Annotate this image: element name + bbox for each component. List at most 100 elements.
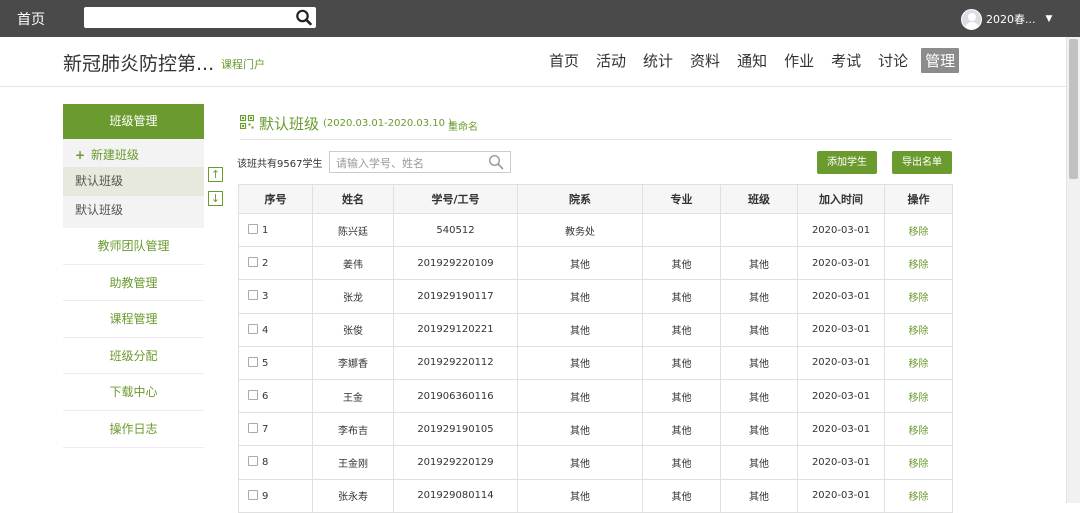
row-checkbox[interactable]: [248, 423, 258, 434]
table-row: 8 王金刚 201929220129 其他 其他 其他 2020-03-01 移…: [238, 445, 953, 480]
cell-id: 540512: [393, 212, 518, 248]
row-checkbox[interactable]: [248, 356, 258, 367]
nav-activity[interactable]: 活动: [592, 48, 630, 73]
add-student-button[interactable]: 添加学生: [817, 151, 877, 174]
move-down-icon[interactable]: ↓: [208, 191, 223, 206]
remove-link[interactable]: 移除: [909, 393, 929, 404]
sidebar-item-default-class[interactable]: 默认班级: [63, 167, 204, 196]
remove-link[interactable]: 移除: [909, 459, 929, 470]
class-title-row: 默认班级 (2020.03.01-2020.03.10 ) 重命名: [240, 112, 952, 140]
remove-link[interactable]: 移除: [909, 326, 929, 337]
sidebar-item-log[interactable]: 操作日志: [63, 411, 204, 448]
plus-icon: +: [75, 148, 86, 162]
remove-link[interactable]: 移除: [909, 227, 929, 238]
top-bar: 首页 2020春... ▼: [0, 0, 1080, 37]
global-search-box[interactable]: [84, 7, 316, 28]
remove-link[interactable]: 移除: [909, 426, 929, 437]
cell-major: 其他: [642, 412, 721, 447]
student-search-box[interactable]: [329, 151, 511, 174]
cell-date: 2020-03-01: [797, 312, 885, 347]
col-header: 操作: [884, 184, 953, 214]
avatar[interactable]: [961, 8, 982, 30]
cell-class: 其他: [720, 345, 798, 380]
rename-link[interactable]: 重命名: [448, 118, 478, 133]
cell-action: 移除: [884, 478, 953, 513]
class-name: 默认班级: [259, 115, 320, 133]
cell-class: 其他: [720, 246, 798, 281]
row-checkbox[interactable]: [248, 323, 258, 334]
cell-action: 移除: [884, 445, 953, 480]
cell-date: 2020-03-01: [797, 212, 885, 248]
sidebar-item-download[interactable]: 下载中心: [63, 374, 204, 411]
row-checkbox[interactable]: [248, 456, 258, 467]
row-number: 1: [262, 225, 269, 237]
row-checkbox[interactable]: [248, 390, 258, 401]
cell-no: 7: [238, 412, 313, 447]
move-up-icon[interactable]: ↑: [208, 167, 223, 182]
nav-exam[interactable]: 考试: [827, 48, 865, 73]
cell-name: 陈兴廷: [312, 212, 394, 248]
nav-materials[interactable]: 资料: [686, 48, 724, 73]
table-row: 7 李布吉 201929190105 其他 其他 其他 2020-03-01 移…: [238, 412, 953, 447]
cell-id: 201929220129: [393, 445, 518, 480]
student-search-input[interactable]: [330, 153, 480, 174]
row-checkbox[interactable]: [248, 257, 258, 268]
search-icon[interactable]: [488, 154, 504, 170]
nav-home[interactable]: 首页: [545, 48, 583, 73]
cell-id: 201929220112: [393, 345, 518, 380]
sidebar-item-teacher-team[interactable]: 教师团队管理: [63, 228, 204, 265]
remove-link[interactable]: 移除: [909, 260, 929, 271]
nav-statistics[interactable]: 统计: [639, 48, 677, 73]
user-menu[interactable]: 2020春... ▼: [961, 8, 1052, 30]
cell-no: 6: [238, 378, 313, 414]
top-home-link[interactable]: 首页: [17, 9, 45, 29]
cell-name: 姜伟: [312, 246, 394, 281]
cell-id: 201929190117: [393, 279, 518, 314]
cell-no: 5: [238, 345, 313, 380]
sidebar-item-default-class-2[interactable]: 默认班级: [63, 196, 204, 225]
cell-id: 201929220109: [393, 246, 518, 281]
cell-name: 李娜香: [312, 345, 394, 380]
col-header: 姓名: [312, 184, 394, 214]
nav-homework[interactable]: 作业: [780, 48, 818, 73]
page-scrollbar[interactable]: [1066, 37, 1080, 503]
cell-class: 其他: [720, 412, 798, 447]
scrollbar-thumb[interactable]: [1069, 39, 1078, 179]
nav-notices[interactable]: 通知: [733, 48, 771, 73]
sidebar-item-class-assign[interactable]: 班级分配: [63, 338, 204, 375]
export-list-button[interactable]: 导出名单: [892, 151, 952, 174]
cell-action: 移除: [884, 378, 953, 414]
row-checkbox[interactable]: [248, 224, 258, 235]
col-header: 加入时间: [797, 184, 885, 214]
search-icon[interactable]: [294, 8, 314, 27]
remove-link[interactable]: 移除: [909, 293, 929, 304]
nav-manage[interactable]: 管理: [921, 48, 960, 73]
remove-link[interactable]: 移除: [909, 359, 929, 370]
sidebar-item-assistant[interactable]: 助教管理: [63, 265, 204, 302]
remove-link[interactable]: 移除: [909, 492, 929, 503]
table-row: 3 张龙 201929190117 其他 其他 其他 2020-03-01 移除: [238, 279, 953, 314]
cell-class: 其他: [720, 279, 798, 314]
sidebar-item-course[interactable]: 课程管理: [63, 301, 204, 338]
row-checkbox[interactable]: [248, 290, 258, 301]
course-portal-link[interactable]: 课程门户: [221, 56, 265, 72]
row-checkbox[interactable]: [248, 489, 258, 500]
sidebar-heading[interactable]: 班级管理: [63, 104, 204, 139]
col-header: 序号: [238, 184, 313, 214]
cell-name: 张俊: [312, 312, 394, 347]
cell-class: 其他: [720, 478, 798, 513]
user-name[interactable]: 2020春...: [986, 11, 1035, 27]
nav-discussion[interactable]: 讨论: [874, 48, 912, 73]
cell-major: 其他: [642, 378, 721, 414]
class-list: + 新建班级 默认班级 默认班级: [63, 139, 204, 228]
chevron-down-icon[interactable]: ▼: [1045, 14, 1052, 24]
course-nav: 首页 活动 统计 资料 通知 作业 考试 讨论 管理: [545, 48, 968, 73]
cell-name: 张永寿: [312, 478, 394, 513]
row-number: 2: [262, 258, 269, 270]
table-row: 2 姜伟 201929220109 其他 其他 其他 2020-03-01 移除: [238, 246, 953, 281]
row-number: 3: [262, 291, 269, 303]
cell-dept: 其他: [517, 312, 643, 347]
table-row: 4 张俊 201929120221 其他 其他 其他 2020-03-01 移除: [238, 312, 953, 347]
new-class-button[interactable]: + 新建班级: [63, 143, 204, 167]
new-class-label: 新建班级: [90, 148, 139, 162]
